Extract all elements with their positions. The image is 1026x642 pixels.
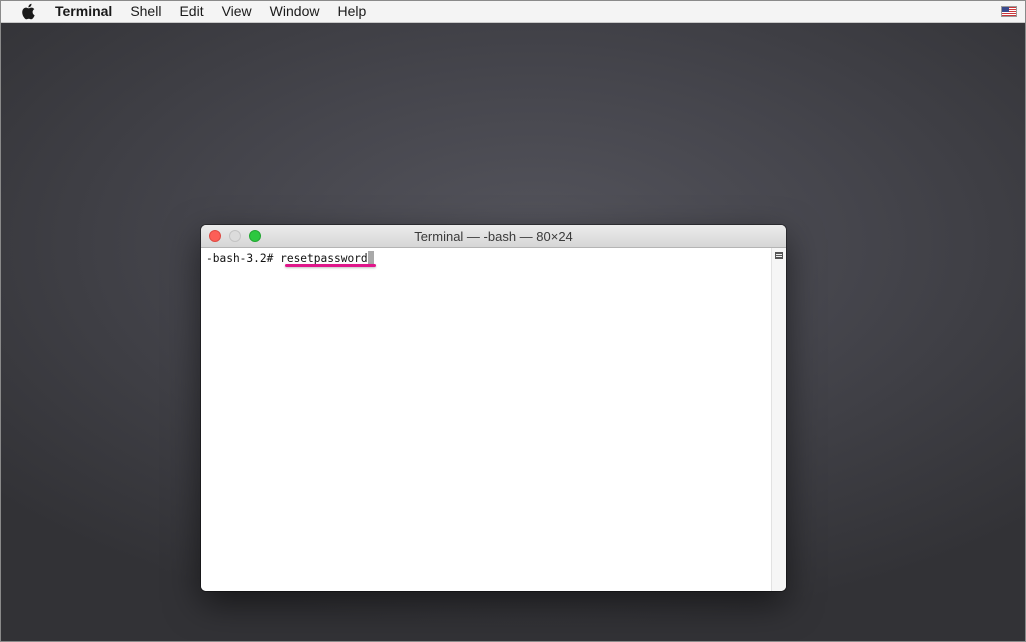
us-flag-icon[interactable] xyxy=(1001,6,1017,17)
window-titlebar[interactable]: Terminal — -bash — 80×24 xyxy=(201,225,786,248)
shell-prompt: -bash-3.2# xyxy=(206,252,281,265)
command-highlight-underline xyxy=(285,264,376,267)
apple-logo-icon[interactable] xyxy=(20,2,36,20)
menu-edit[interactable]: Edit xyxy=(179,0,203,23)
menu-view[interactable]: View xyxy=(222,0,252,23)
terminal-scrollbar[interactable] xyxy=(771,248,786,591)
text-cursor xyxy=(367,251,374,264)
terminal-content[interactable]: -bash-3.2# resetpassword xyxy=(201,248,771,591)
menu-app-name[interactable]: Terminal xyxy=(55,0,112,23)
terminal-window[interactable]: Terminal — -bash — 80×24 -bash-3.2# rese… xyxy=(201,225,786,591)
menu-help[interactable]: Help xyxy=(337,0,366,23)
menu-shell[interactable]: Shell xyxy=(130,0,161,23)
menu-bar: Terminal Shell Edit View Window Help xyxy=(0,0,1026,23)
window-title: Terminal — -bash — 80×24 xyxy=(414,229,573,244)
flag-canton xyxy=(1002,7,1009,12)
split-pane-icon[interactable] xyxy=(775,252,783,259)
menu-window[interactable]: Window xyxy=(270,0,320,23)
